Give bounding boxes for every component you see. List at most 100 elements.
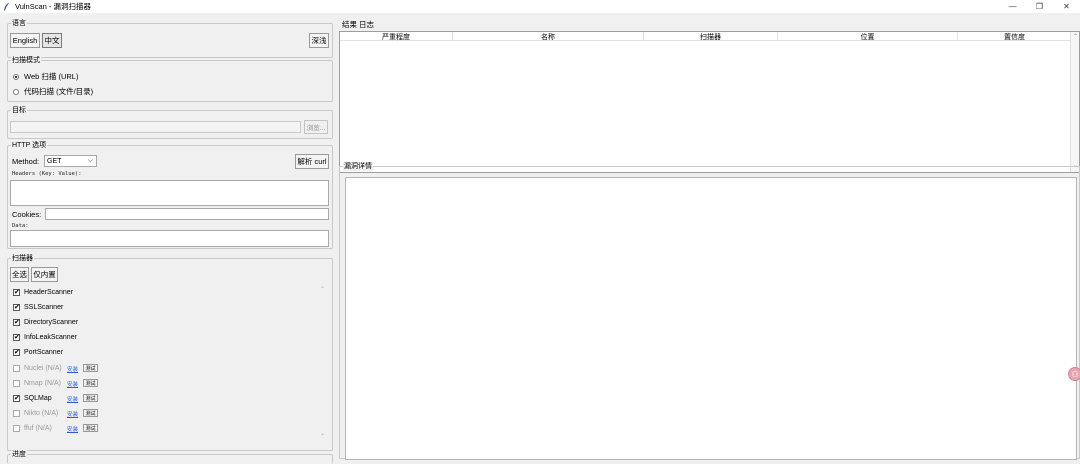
details-textarea[interactable] bbox=[345, 177, 1077, 460]
method-value: GET bbox=[47, 157, 62, 165]
scanner-label: PortScanner bbox=[24, 348, 63, 356]
cookies-input[interactable] bbox=[45, 208, 329, 220]
left-panel: 语言 English 中文 深浅 扫描模式 Web 扫描 (URL) 代码扫描 … bbox=[0, 14, 336, 464]
scanner-item-nmap: Nmap (N/A) bbox=[13, 378, 61, 388]
scanner-label: DirectoryScanner bbox=[24, 318, 79, 326]
target-input[interactable] bbox=[10, 121, 301, 133]
scanner-label: Nuclei (N/A) bbox=[24, 364, 62, 372]
web-scan-radio[interactable]: Web 扫描 (URL) bbox=[13, 71, 78, 82]
nmap-test-button[interactable]: 测试 bbox=[83, 379, 98, 387]
scanner-item-sslscanner[interactable]: ✔ SSLScanner bbox=[13, 302, 63, 312]
ffuf-test-button[interactable]: 测试 bbox=[83, 424, 98, 432]
sqlmap-install-link[interactable]: 安装 bbox=[67, 395, 78, 403]
radio-selected-icon bbox=[13, 73, 19, 80]
nuclei-test-button[interactable]: 测试 bbox=[83, 364, 98, 372]
nikto-install-link[interactable]: 安装 bbox=[67, 410, 78, 418]
chevron-down-icon: ⌵ bbox=[87, 157, 93, 164]
scanner-label: Nikto (N/A) bbox=[24, 409, 59, 417]
target-group-label: 目标 bbox=[11, 106, 27, 115]
column-header-severity[interactable]: 严重程度 bbox=[340, 32, 453, 41]
details-group: 漏洞详情 bbox=[339, 162, 1080, 460]
scan-mode-group: 扫描模式 Web 扫描 (URL) 代码扫描 (文件/目录) bbox=[7, 56, 333, 102]
scanner-label: SQLMap bbox=[24, 394, 52, 402]
progress-group: 进度 bbox=[7, 450, 333, 464]
checkbox-icon: ✔ bbox=[13, 318, 20, 326]
checkbox-icon: ✔ bbox=[13, 348, 20, 356]
scan-mode-group-label: 扫描模式 bbox=[11, 56, 41, 65]
scroll-up-icon[interactable]: ⌃ bbox=[1073, 33, 1078, 40]
checkbox-icon: ✔ bbox=[13, 288, 20, 296]
scanner-item-nikto: Nikto (N/A) bbox=[13, 408, 58, 418]
data-label: Data: bbox=[12, 223, 29, 229]
results-table[interactable]: 严重程度 名称 扫描器 位置 置信度 ⌃ ⌄ bbox=[339, 31, 1080, 173]
scanners-group: 扫描器 全选 仅内置 ⌃ ⌄ ✔ HeaderScanner ✔ SSLScan… bbox=[7, 254, 333, 451]
http-options-group-label: HTTP 选项 bbox=[11, 141, 48, 150]
sqlmap-test-button[interactable]: 测试 bbox=[83, 394, 98, 402]
language-group-label: 语言 bbox=[11, 19, 27, 28]
builtin-only-button[interactable]: 仅内置 bbox=[31, 267, 58, 282]
scanner-item-nuclei: Nuclei (N/A) bbox=[13, 363, 62, 373]
headers-textarea[interactable] bbox=[10, 180, 329, 206]
target-group: 目标 浏览... bbox=[7, 106, 333, 139]
checkbox-icon: ✔ bbox=[13, 333, 20, 341]
nmap-install-link[interactable]: 安装 bbox=[67, 380, 78, 388]
progress-group-label: 进度 bbox=[11, 450, 27, 459]
results-table-header: 严重程度 名称 扫描器 位置 置信度 bbox=[340, 32, 1071, 41]
scanner-item-sqlmap[interactable]: ✔ SQLMap bbox=[13, 393, 52, 403]
checkbox-icon: ✔ bbox=[13, 303, 20, 311]
scroll-down-icon[interactable]: ⌄ bbox=[320, 430, 325, 437]
theme-toggle-button[interactable]: 深浅 bbox=[309, 33, 329, 48]
scanner-item-infoleakscanner[interactable]: ✔ InfoLeakScanner bbox=[13, 332, 77, 342]
minimize-button[interactable]: — bbox=[999, 0, 1026, 13]
scanner-item-portscanner[interactable]: ✔ PortScanner bbox=[13, 347, 63, 357]
browse-button[interactable]: 浏览... bbox=[304, 120, 328, 134]
column-header-name[interactable]: 名称 bbox=[453, 32, 644, 41]
method-select[interactable]: GET ⌵ bbox=[44, 155, 97, 167]
parse-curl-button[interactable]: 解析 curl bbox=[295, 154, 329, 169]
close-button[interactable]: ✕ bbox=[1053, 0, 1080, 13]
column-header-confidence[interactable]: 置信度 bbox=[958, 32, 1071, 41]
ffuf-install-link[interactable]: 安装 bbox=[67, 425, 78, 433]
tab-results[interactable]: 结果 bbox=[342, 19, 357, 30]
checkbox-icon: ✔ bbox=[13, 394, 20, 402]
checkbox-icon bbox=[13, 379, 20, 387]
tab-log[interactable]: 日志 bbox=[359, 19, 374, 30]
details-group-label: 漏洞详情 bbox=[343, 162, 373, 171]
data-textarea[interactable] bbox=[10, 230, 329, 247]
radio-unselected-icon bbox=[13, 88, 19, 95]
scroll-up-icon[interactable]: ⌃ bbox=[320, 286, 325, 293]
right-panel: 结果 日志 严重程度 名称 扫描器 位置 置信度 ⌃ ⌄ 漏洞详情 bbox=[339, 14, 1080, 460]
select-all-button[interactable]: 全选 bbox=[10, 267, 29, 282]
floating-assistant-icon[interactable]: ⚇ bbox=[1068, 367, 1080, 381]
window-title: VulnScan - 漏洞扫描器 bbox=[15, 2, 91, 11]
chinese-button[interactable]: 中文 bbox=[42, 33, 62, 48]
nikto-test-button[interactable]: 测试 bbox=[83, 409, 98, 417]
scanner-label: HeaderScanner bbox=[24, 288, 74, 296]
code-scan-label: 代码扫描 (文件/目录) bbox=[24, 87, 94, 96]
scanner-item-ffuf: ffuf (N/A) bbox=[13, 423, 52, 433]
column-header-location[interactable]: 位置 bbox=[778, 32, 958, 41]
column-header-scanner[interactable]: 扫描器 bbox=[644, 32, 778, 41]
http-options-group: HTTP 选项 Method: GET ⌵ 解析 curl Headers (K… bbox=[7, 141, 333, 249]
scanner-label: Nmap (N/A) bbox=[24, 379, 61, 387]
checkbox-icon bbox=[13, 364, 20, 372]
language-group: 语言 English 中文 深浅 bbox=[7, 19, 333, 58]
checkbox-icon bbox=[13, 409, 20, 417]
nuclei-install-link[interactable]: 安装 bbox=[67, 365, 78, 373]
method-label: Method: bbox=[12, 157, 40, 166]
results-scrollbar[interactable]: ⌃ ⌄ bbox=[1070, 32, 1079, 172]
english-button[interactable]: English bbox=[10, 33, 40, 48]
code-scan-radio[interactable]: 代码扫描 (文件/目录) bbox=[13, 86, 93, 97]
feather-icon bbox=[4, 2, 10, 11]
checkbox-icon bbox=[13, 424, 20, 432]
scanners-group-label: 扫描器 bbox=[11, 254, 34, 263]
scanner-label: SSLScanner bbox=[24, 303, 64, 311]
scanner-item-directoryscanner[interactable]: ✔ DirectoryScanner bbox=[13, 317, 78, 327]
headers-label: Headers (Key: Value): bbox=[12, 171, 82, 177]
cookies-label: Cookies: bbox=[12, 210, 42, 219]
web-scan-label: Web 扫描 (URL) bbox=[24, 72, 79, 81]
scanner-item-headerscanner[interactable]: ✔ HeaderScanner bbox=[13, 287, 73, 297]
scanner-label: ffuf (N/A) bbox=[24, 424, 52, 432]
title-bar: VulnScan - 漏洞扫描器 — ❐ ✕ bbox=[0, 0, 1080, 13]
restore-button[interactable]: ❐ bbox=[1026, 0, 1053, 13]
